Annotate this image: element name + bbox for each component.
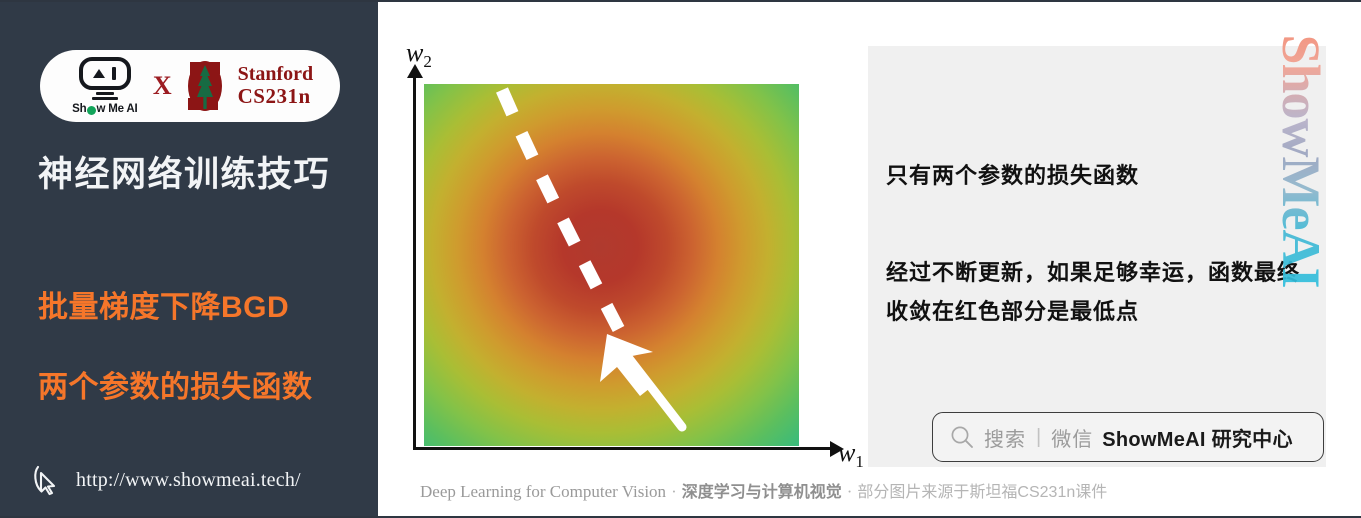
slide: Sh w Me AI X Stanford CS231n 神经网络训练技巧 批量梯…: [0, 0, 1361, 518]
notes-panel: 只有两个参数的损失函数 经过不断更新，如果足够幸运，函数最终收敛在红色部分是最低…: [868, 46, 1326, 467]
sidebar: Sh w Me AI X Stanford CS231n 神经网络训练技巧 批量梯…: [0, 2, 378, 516]
stanford-line1: Stanford: [237, 63, 314, 86]
search-separator: |: [1036, 425, 1042, 448]
descent-trajectory-overlay: [496, 87, 687, 432]
gradient-arrow-icon: [600, 334, 687, 432]
page-title: 神经网络训练技巧: [38, 155, 331, 194]
search-brand: ShowMeAI 研究中心: [1102, 428, 1293, 451]
keyword-loss-function: 两个参数的损失函数: [38, 371, 313, 404]
keyword-bgd: 批量梯度下降BGD: [38, 291, 290, 324]
bar-eye-icon: [112, 67, 117, 80]
logo-badge: Sh w Me AI X Stanford CS231n: [40, 50, 340, 122]
search-icon: [951, 426, 973, 448]
caret-eye-icon: [93, 69, 106, 78]
stanford-tree-icon: [182, 58, 228, 114]
cross-symbol: X: [152, 71, 172, 100]
footer-dot-2: ·: [846, 482, 853, 501]
x-axis-line: [413, 447, 833, 450]
wechat-search-bar[interactable]: 搜索 | 微信 ShowMeAI 研究中心: [932, 412, 1324, 462]
showmeai-watermark: ShowMeAI: [1272, 30, 1328, 292]
footer-chinese-bold: 深度学习与计算机视觉: [681, 484, 842, 501]
showmeai-logo: Sh w Me AI: [67, 57, 143, 115]
showmeai-wordmark: Sh w Me AI: [72, 103, 138, 115]
footer-english: Deep Learning for Computer Vision: [420, 482, 667, 501]
stanford-line2: CS231n: [237, 84, 311, 109]
note-line-1: 只有两个参数的损失函数: [886, 163, 1140, 188]
footer-caption: Deep Learning for Computer Vision · 深度学习与计…: [378, 478, 1361, 502]
robot-neck-icon: [95, 92, 114, 95]
green-dot-icon: [86, 105, 96, 115]
note-line-2: 经过不断更新，如果足够幸运，函数最终收敛在红色部分是最低点: [886, 260, 1301, 324]
website-link[interactable]: http://www.showmeai.tech/: [32, 464, 301, 496]
footer-chinese-note: 部分图片来源于斯坦福CS231n课件: [857, 484, 1108, 501]
y-axis-line: [413, 74, 416, 450]
robot-base-icon: [91, 97, 118, 100]
footer-dot-1: ·: [671, 482, 677, 501]
search-channel: 微信: [1051, 428, 1094, 451]
x-axis-label: w1: [838, 438, 864, 472]
stanford-label: Stanford CS231n: [237, 63, 314, 109]
website-url-text: http://www.showmeai.tech/: [76, 468, 301, 491]
watermark-text: ShowMeAI: [1272, 30, 1328, 292]
cursor-icon: [34, 465, 56, 496]
robot-face-icon: [78, 57, 131, 90]
search-placeholder: 搜索: [984, 428, 1026, 451]
dashed-descent-path: [496, 87, 635, 353]
